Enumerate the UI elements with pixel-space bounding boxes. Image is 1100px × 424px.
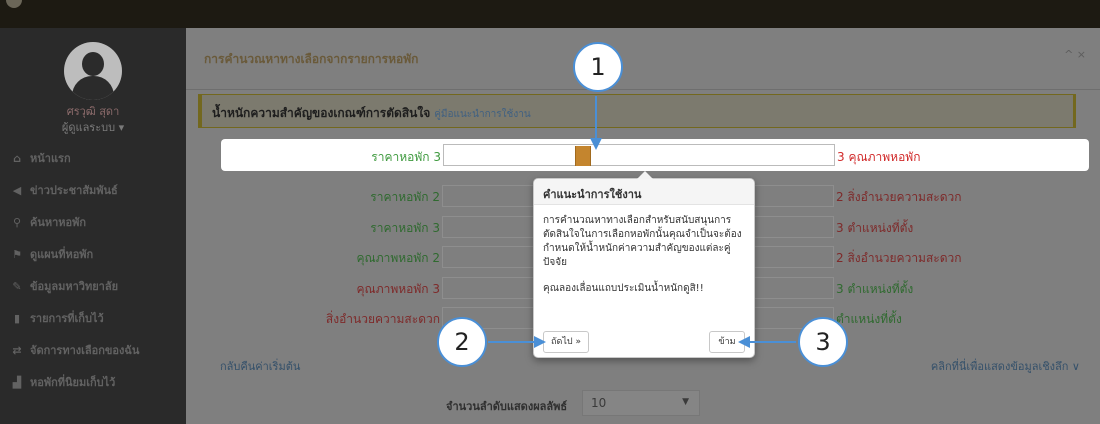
arrow-head-2 — [534, 336, 546, 348]
callout-2: 2 — [437, 317, 487, 367]
arrow-head-1 — [590, 138, 602, 150]
arrow-head-3 — [738, 336, 750, 348]
callout-3: 3 — [798, 317, 848, 367]
callout-arrows — [488, 96, 796, 348]
callout-1: 1 — [573, 42, 623, 92]
